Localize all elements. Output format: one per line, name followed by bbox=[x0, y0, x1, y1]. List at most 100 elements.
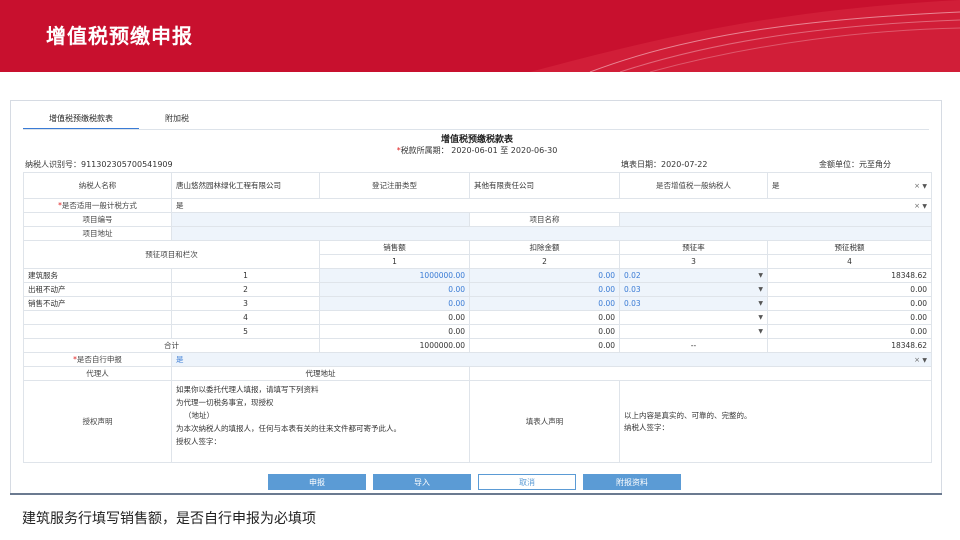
chevron-down-icon: ▼ bbox=[922, 203, 927, 210]
item-name: 销售不动产 bbox=[23, 296, 172, 311]
deduct-input[interactable]: 0.00 bbox=[469, 310, 620, 325]
submit-button[interactable]: 申报 bbox=[268, 474, 366, 490]
col-header-rate: 预征率 bbox=[619, 240, 768, 255]
row-no: 4 bbox=[171, 310, 320, 325]
page-title: 增值税预缴申报 bbox=[46, 24, 193, 48]
tax-period: *税款所属期： 2020-06-01 至 2020-06-30 bbox=[396, 146, 558, 155]
item-name: 出租不动产 bbox=[23, 282, 172, 297]
tab-prepay-form[interactable]: 增值税预缴税款表 bbox=[23, 110, 139, 130]
col-index: 1 bbox=[319, 254, 470, 269]
banner-wave-decoration bbox=[530, 0, 960, 72]
clear-icon[interactable]: × bbox=[914, 356, 920, 364]
rate-select[interactable]: 0.02 ▼ bbox=[619, 268, 768, 283]
rate-select[interactable]: 0.03 ▼ bbox=[619, 296, 768, 311]
rate-select[interactable]: ▼ bbox=[619, 324, 768, 339]
table-row: 出租不动产 2 0.00 0.00 0.03 ▼ 0.00 bbox=[23, 282, 932, 297]
tax-value: 0.00 bbox=[767, 282, 932, 297]
tax-method-select[interactable]: 是 × ▼ bbox=[171, 198, 932, 213]
row-no: 2 bbox=[171, 282, 320, 297]
total-deduct: 0.00 bbox=[469, 338, 620, 353]
agent-addr-input[interactable] bbox=[469, 366, 932, 381]
general-taxpayer-select[interactable]: 是 × ▼ bbox=[767, 172, 932, 199]
chevron-down-icon: ▼ bbox=[922, 357, 927, 364]
auth-label: 授权声明 bbox=[23, 380, 172, 463]
col-index: 2 bbox=[469, 254, 620, 269]
slide-caption: 建筑服务行填写销售额，是否自行申报为必填项 bbox=[22, 511, 316, 527]
row-no: 1 bbox=[171, 268, 320, 283]
fill-date: 填表日期：2020-07-22 bbox=[621, 160, 708, 169]
taxpayer-name-value: 唐山悠然园林绿化工程有限公司 bbox=[171, 172, 320, 199]
attachments-button[interactable]: 附报资料 bbox=[583, 474, 681, 490]
rate-select[interactable]: ▼ bbox=[619, 310, 768, 325]
sales-input[interactable]: 1000000.00 bbox=[319, 268, 470, 283]
total-row: 合计 1000000.00 0.00 -- 18348.62 bbox=[23, 338, 932, 353]
item-name[interactable] bbox=[23, 310, 172, 325]
col-header-tax: 预征税额 bbox=[767, 240, 932, 255]
self-declare-label: *是否自行申报 bbox=[23, 352, 172, 367]
chevron-down-icon: ▼ bbox=[922, 183, 927, 190]
sales-input[interactable]: 0.00 bbox=[319, 282, 470, 297]
reg-type-label: 登记注册类型 bbox=[319, 172, 470, 199]
total-label: 合计 bbox=[23, 338, 320, 353]
col-index: 3 bbox=[619, 254, 768, 269]
item-name[interactable] bbox=[23, 324, 172, 339]
sales-input[interactable]: 0.00 bbox=[319, 310, 470, 325]
tab-bar: 增值税预缴税款表 附加税 bbox=[23, 110, 215, 130]
col-header-sales: 销售额 bbox=[319, 240, 470, 255]
tax-value: 18348.62 bbox=[767, 268, 932, 283]
table-row: 5 0.00 0.00 ▼ 0.00 bbox=[23, 324, 932, 339]
deduct-input[interactable]: 0.00 bbox=[469, 268, 620, 283]
auth-statement: 如果你以委托代理人填报，请填写下列资料 为代理一切税务事宜，现授权 （地址） 为… bbox=[171, 380, 470, 463]
form-title: 增值税预缴税款表 bbox=[440, 135, 513, 145]
project-no-label: 项目编号 bbox=[23, 212, 172, 227]
project-name-label: 项目名称 bbox=[469, 212, 620, 227]
self-declare-select[interactable]: 是 × ▼ bbox=[171, 352, 932, 367]
total-sales: 1000000.00 bbox=[319, 338, 470, 353]
tab-surcharge[interactable]: 附加税 bbox=[139, 110, 215, 130]
row-no: 3 bbox=[171, 296, 320, 311]
agent-label: 代理人 bbox=[23, 366, 172, 381]
sales-input[interactable]: 0.00 bbox=[319, 296, 470, 311]
header-banner: 增值税预缴申报 bbox=[0, 0, 960, 72]
deduct-input[interactable]: 0.00 bbox=[469, 324, 620, 339]
cancel-button[interactable]: 取消 bbox=[478, 474, 576, 490]
chevron-down-icon: ▼ bbox=[758, 286, 763, 293]
project-no-input[interactable] bbox=[171, 212, 470, 227]
project-addr-input[interactable] bbox=[171, 226, 932, 241]
tab-divider bbox=[23, 129, 929, 130]
col-index: 4 bbox=[767, 254, 932, 269]
tax-value: 0.00 bbox=[767, 296, 932, 311]
import-button[interactable]: 导入 bbox=[373, 474, 471, 490]
table-row: 建筑服务 1 1000000.00 0.00 0.02 ▼ 18348.62 bbox=[23, 268, 932, 283]
row-no: 5 bbox=[171, 324, 320, 339]
tax-form-panel: 增值税预缴税款表 附加税 增值税预缴税款表 *税款所属期： 2020-06-01… bbox=[10, 100, 942, 494]
project-name-input[interactable] bbox=[619, 212, 932, 227]
prepay-table: 纳税人名称 唐山悠然园林绿化工程有限公司 登记注册类型 其他有限责任公司 是否增… bbox=[23, 172, 932, 463]
taxpayer-name-label: 纳税人名称 bbox=[23, 172, 172, 199]
taxpayer-id: 纳税人识别号：911302305700541909 bbox=[25, 160, 173, 169]
clear-icon[interactable]: × bbox=[914, 182, 920, 190]
table-row: 4 0.00 0.00 ▼ 0.00 bbox=[23, 310, 932, 325]
tax-value: 0.00 bbox=[767, 324, 932, 339]
rate-select[interactable]: 0.03 ▼ bbox=[619, 282, 768, 297]
total-tax: 18348.62 bbox=[767, 338, 932, 353]
total-rate: -- bbox=[619, 338, 768, 353]
amount-unit: 金额单位：元至角分 bbox=[819, 160, 891, 169]
tax-method-label: *是否适用一般计税方式 bbox=[23, 198, 172, 213]
general-taxpayer-label: 是否增值税一般纳税人 bbox=[619, 172, 768, 199]
row-header: 预征项目和栏次 bbox=[23, 240, 320, 269]
clear-icon[interactable]: × bbox=[914, 202, 920, 210]
filer-statement: 以上内容是真实的、可靠的、完整的。 纳税人签字： bbox=[619, 380, 932, 463]
deduct-input[interactable]: 0.00 bbox=[469, 282, 620, 297]
chevron-down-icon: ▼ bbox=[758, 314, 763, 321]
bottom-divider bbox=[10, 493, 942, 495]
agent-addr-label: 代理地址 bbox=[171, 366, 470, 381]
reg-type-value: 其他有限责任公司 bbox=[469, 172, 620, 199]
project-addr-label: 项目地址 bbox=[23, 226, 172, 241]
sales-input[interactable]: 0.00 bbox=[319, 324, 470, 339]
item-name: 建筑服务 bbox=[23, 268, 172, 283]
chevron-down-icon: ▼ bbox=[758, 328, 763, 335]
deduct-input[interactable]: 0.00 bbox=[469, 296, 620, 311]
chevron-down-icon: ▼ bbox=[758, 300, 763, 307]
tax-value: 0.00 bbox=[767, 310, 932, 325]
